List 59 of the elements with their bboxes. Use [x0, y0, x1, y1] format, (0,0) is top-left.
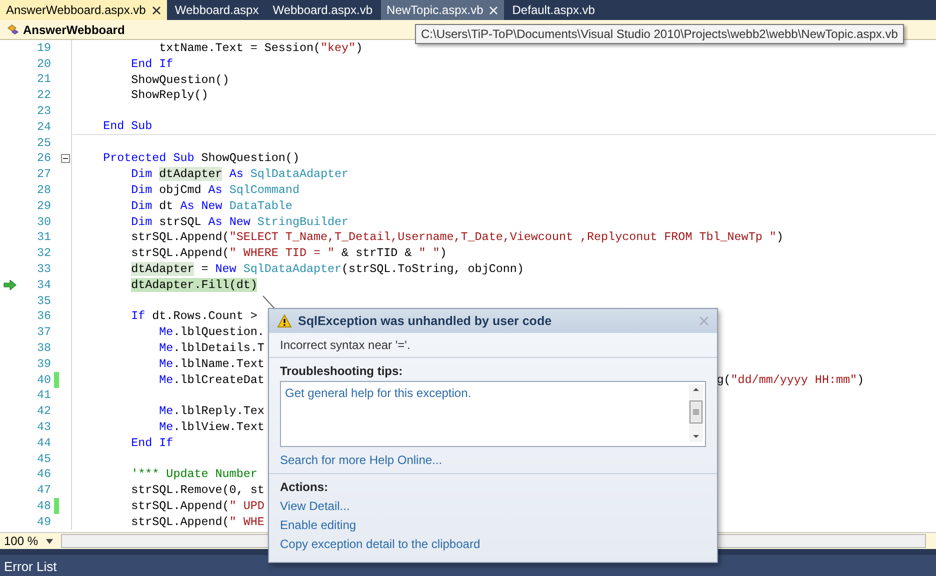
line-number: 37 — [36, 325, 51, 340]
code-line: strSQL.Append(" WHERE TID = " & strTID & " ") — [130, 246, 447, 260]
line-number: 23 — [36, 104, 51, 118]
line-number: 45 — [36, 452, 51, 466]
code-line: Me.lblReply.Tex — [158, 404, 264, 418]
line-number: 39 — [36, 356, 51, 371]
code-line: Me.lblQuestion. — [158, 325, 264, 340]
error-message: Incorrect syntax near '='. — [269, 333, 717, 358]
line-number: 42 — [36, 404, 51, 418]
line-number: 47 — [36, 483, 51, 498]
code-line: Me.lblView.Text — [158, 420, 264, 434]
line-number: 34 — [36, 278, 51, 292]
line-number: 32 — [36, 246, 51, 260]
code-line: Dim objCmd As SqlCommand — [130, 183, 300, 198]
line-number: 28 — [36, 183, 51, 198]
code-line: dtAdapter = New SqlDataAdapter(strSQL.ToString, objConn) — [130, 262, 524, 276]
code-line: End Sub — [102, 119, 152, 134]
line-number: 48 — [36, 499, 51, 513]
line-number: 43 — [36, 420, 51, 434]
line-number: 44 — [36, 436, 51, 450]
code-line: ShowQuestion() — [130, 72, 230, 86]
section-heading: Actions: — [280, 479, 329, 496]
code-line: Dim dt As New DataTable — [130, 198, 292, 213]
code-line: strSQL.Append(" UPD — [130, 499, 264, 514]
line-number: 41 — [36, 388, 51, 402]
line-number: 20 — [36, 56, 51, 71]
line-number: 31 — [36, 230, 51, 244]
line-number: 19 — [36, 40, 51, 55]
line-number: 36 — [36, 309, 51, 324]
line-number: 46 — [36, 467, 51, 482]
line-number: 33 — [36, 262, 51, 276]
line-number: 21 — [36, 72, 51, 86]
line-number: 40 — [36, 372, 51, 387]
line-number: 26 — [36, 151, 51, 166]
line-number: 38 — [36, 341, 51, 356]
code-line: End If — [130, 436, 174, 450]
line-number: 24 — [36, 120, 51, 134]
code-line: End If — [130, 56, 174, 71]
code-line: ShowReply() — [130, 88, 208, 102]
line-number: 49 — [36, 514, 51, 529]
code-line: Dim dtAdapter As SqlDataAdapter — [130, 167, 349, 182]
code-line: strSQL.Append(" WHE — [130, 514, 264, 529]
code-line: If dt.Rows.Count > — [130, 309, 258, 324]
popup-title: SqlException was unhandled by user code — [298, 314, 553, 328]
code-line: strSQL.Append("SELECT T_Name,T_Detail,Username,T_Date,Viewcount ,Replyconut FROM Tbl_NewTp ") — [130, 230, 784, 244]
code-line: strSQL.Remove(0, st — [130, 483, 264, 498]
code-line: Me.lblDetails.T — [158, 341, 264, 356]
code-line: Protected Sub ShowQuestion() — [102, 151, 300, 166]
code-line: Me.lblName.Text — [158, 356, 264, 371]
line-number: 25 — [36, 136, 51, 150]
code-line: Dim strSQL As New StringBuilder — [130, 214, 349, 229]
line-number: 30 — [36, 214, 51, 229]
line-number: 27 — [36, 167, 51, 182]
code-line: txtName.Text = Session("key") — [158, 40, 363, 55]
line-number: 35 — [36, 294, 51, 308]
code-line: '*** Update Number — [130, 467, 258, 482]
file-path-tooltip: C:\Users\TiP-ToP\Documents\Visual Studio 2010\Projects\webb2\webb\NewTopic.aspx.vb — [415, 24, 904, 44]
line-number: 29 — [36, 198, 51, 213]
line-number: 22 — [36, 88, 51, 102]
